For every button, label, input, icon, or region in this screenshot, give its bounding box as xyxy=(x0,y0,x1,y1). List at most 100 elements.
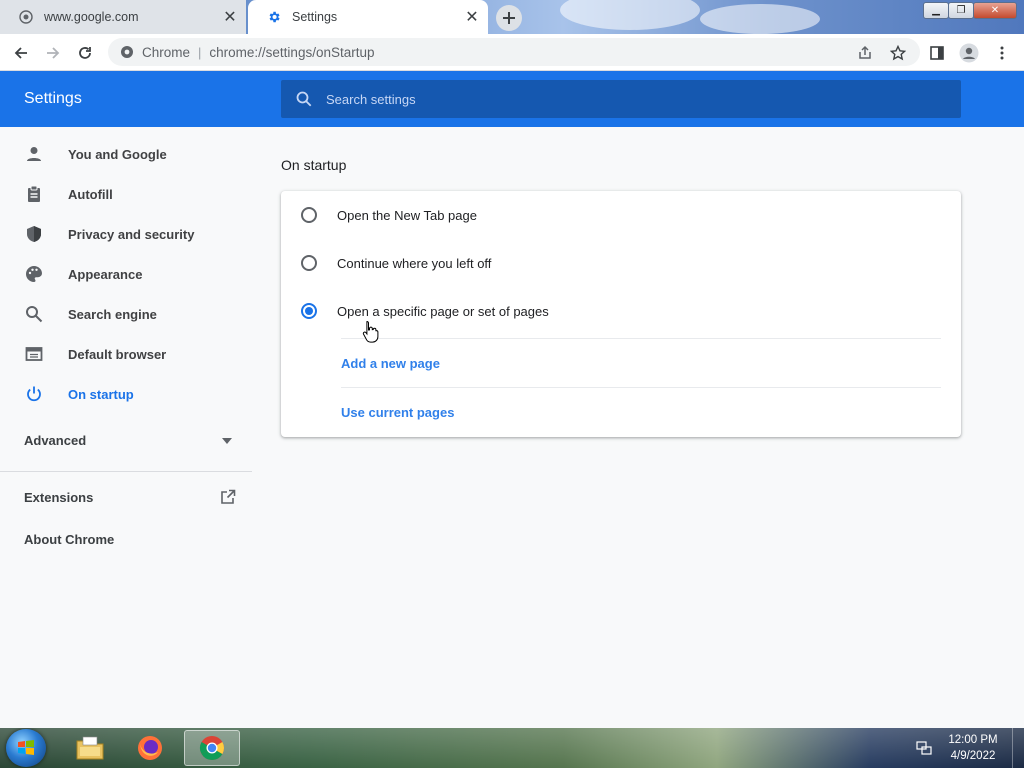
tab-title: Settings xyxy=(292,10,338,24)
reload-icon xyxy=(79,47,91,59)
window-controls: ▁ ❐ ✕ xyxy=(923,2,1017,20)
caret-down-icon xyxy=(222,437,232,444)
clock-date: 4/9/2022 xyxy=(950,750,996,762)
taskbar-chrome[interactable] xyxy=(184,730,240,766)
advanced-toggle[interactable]: Advanced xyxy=(24,433,232,448)
sidebar-item-label: Privacy and security xyxy=(68,226,195,242)
radio-label: Open the New Tab page xyxy=(337,207,477,223)
share-button[interactable] xyxy=(852,40,878,66)
search-input[interactable] xyxy=(326,91,926,107)
clock-time: 12:00 PM xyxy=(948,734,998,746)
back-arrow-icon xyxy=(14,47,27,59)
profile-button[interactable] xyxy=(956,40,982,66)
card-divider xyxy=(341,338,941,339)
new-tab-button[interactable] xyxy=(496,5,522,31)
tab-google[interactable]: www.google.com ✕ xyxy=(0,0,246,34)
about-chrome-link[interactable]: About Chrome xyxy=(24,532,114,547)
person-icon xyxy=(24,144,44,164)
search-box[interactable] xyxy=(281,80,961,118)
extensions-link[interactable]: Extensions xyxy=(24,489,236,505)
site-chip: Chrome xyxy=(142,44,191,60)
network-icon[interactable] xyxy=(916,740,932,756)
windows-taskbar: 12:00 PM 4/9/2022 xyxy=(0,728,1024,768)
wallpaper-cloud xyxy=(700,4,820,34)
page-title: Settings xyxy=(24,90,82,107)
tab-settings[interactable]: Settings ✕ xyxy=(248,0,488,34)
settings-page: You and Google Autofill Privacy and secu… xyxy=(0,127,1024,728)
url-text[interactable]: chrome://settings/onStartup xyxy=(209,45,374,60)
sidebar-item-appearance[interactable]: Appearance xyxy=(0,254,252,294)
side-panel-icon xyxy=(930,46,944,60)
wallpaper-cloud xyxy=(560,0,700,30)
globe-icon xyxy=(18,9,34,25)
restore-button[interactable]: ❐ xyxy=(948,2,974,19)
close-window-button[interactable]: ✕ xyxy=(973,2,1017,19)
open-in-new-icon xyxy=(221,489,236,504)
card-divider xyxy=(341,387,941,388)
section-title: On startup xyxy=(281,157,347,173)
sidebar-divider xyxy=(0,471,252,472)
radio-option-continue[interactable]: Continue where you left off xyxy=(281,239,961,287)
chrome-site-icon xyxy=(121,46,133,58)
sidebar-item-search-engine[interactable]: Search engine xyxy=(0,294,252,334)
close-tab-icon[interactable]: ✕ xyxy=(220,7,240,27)
sidebar-item-default-browser[interactable]: Default browser xyxy=(0,334,252,374)
star-icon xyxy=(890,45,906,61)
sidebar-item-on-startup[interactable]: On startup xyxy=(0,374,252,414)
minimize-button[interactable]: ▁ xyxy=(923,2,949,19)
browser-toolbar: Chrome | chrome://settings/onStartup xyxy=(0,34,1024,71)
radio-button[interactable] xyxy=(301,255,317,271)
avatar-icon xyxy=(959,43,979,63)
back-button[interactable] xyxy=(8,40,34,66)
radio-label: Open a specific page or set of pages xyxy=(337,303,549,319)
add-new-page-link[interactable]: Add a new page xyxy=(341,356,440,371)
close-tab-icon[interactable]: ✕ xyxy=(462,7,482,27)
forward-button[interactable] xyxy=(40,40,66,66)
tab-strip: www.google.com ✕ Settings ✕ ▁ ❐ ✕ xyxy=(0,0,1024,34)
sidebar-item-label: Autofill xyxy=(68,186,113,202)
chrome-icon xyxy=(199,736,224,761)
radio-label: Continue where you left off xyxy=(337,255,492,271)
show-desktop-button[interactable] xyxy=(1012,728,1024,768)
tab-title: www.google.com xyxy=(44,10,139,24)
kebab-menu-icon xyxy=(1000,46,1004,60)
folder-icon xyxy=(76,736,104,760)
sidebar-item-privacy[interactable]: Privacy and security xyxy=(0,214,252,254)
taskbar-explorer[interactable] xyxy=(62,730,118,766)
sidebar-item-label: Default browser xyxy=(68,346,167,362)
hand-cursor-icon xyxy=(362,320,379,343)
sidebar-item-label: Search engine xyxy=(68,306,157,322)
windows-logo-icon xyxy=(18,740,34,755)
system-clock[interactable]: 12:00 PM 4/9/2022 xyxy=(940,732,1006,764)
firefox-icon xyxy=(138,736,162,760)
gear-icon xyxy=(266,9,282,25)
taskbar-firefox[interactable] xyxy=(122,730,178,766)
share-icon xyxy=(859,45,871,59)
settings-header: Settings xyxy=(0,71,1024,127)
start-button[interactable] xyxy=(6,729,46,767)
menu-button[interactable] xyxy=(989,40,1015,66)
reload-button[interactable] xyxy=(72,40,98,66)
radio-button[interactable] xyxy=(301,207,317,223)
sidebar-item-autofill[interactable]: Autofill xyxy=(0,174,252,214)
sidebar-item-you-and-google[interactable]: You and Google xyxy=(0,134,252,174)
palette-icon xyxy=(24,264,44,284)
forward-arrow-icon xyxy=(47,47,60,59)
radio-option-new-tab[interactable]: Open the New Tab page xyxy=(281,191,961,239)
omnibox-separator: | xyxy=(198,44,202,60)
sidebar-item-label: On startup xyxy=(68,386,134,402)
advanced-label: Advanced xyxy=(24,433,87,448)
extensions-label: Extensions xyxy=(24,489,94,505)
plus-icon xyxy=(503,12,515,24)
radio-button-checked[interactable] xyxy=(301,303,317,319)
address-bar[interactable]: Chrome | chrome://settings/onStartup xyxy=(108,38,920,66)
search-icon xyxy=(296,91,312,107)
sidebar-item-label: You and Google xyxy=(68,146,167,162)
search-icon xyxy=(24,304,44,324)
side-panel-button[interactable] xyxy=(924,40,950,66)
browser-window-icon xyxy=(24,344,44,364)
radio-option-specific-pages[interactable]: Open a specific page or set of pages xyxy=(281,287,961,335)
bookmark-button[interactable] xyxy=(885,40,911,66)
use-current-pages-link[interactable]: Use current pages xyxy=(341,405,454,420)
clipboard-icon xyxy=(24,184,44,204)
